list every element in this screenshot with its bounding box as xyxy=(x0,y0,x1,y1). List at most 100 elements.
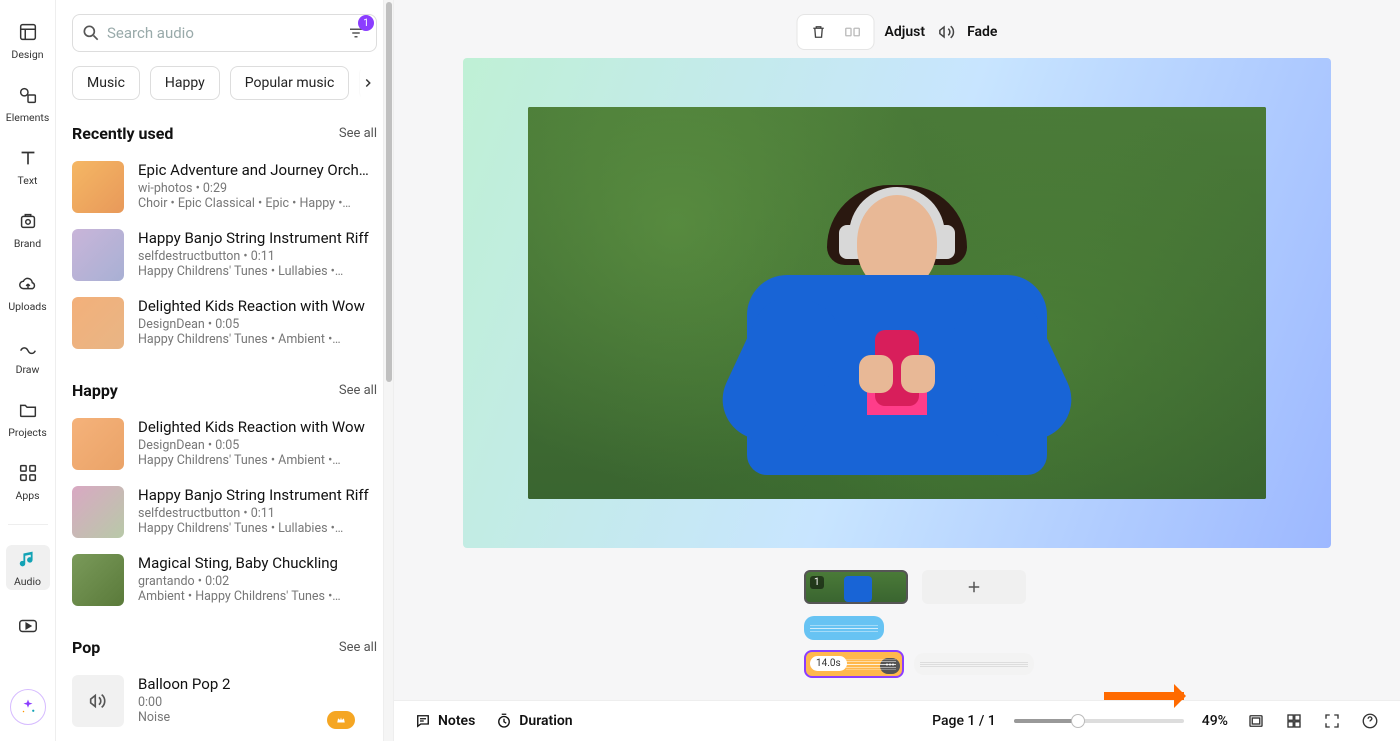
pencil-icon xyxy=(16,335,40,359)
panel-scrollbar[interactable] xyxy=(383,0,393,741)
section-head-happy: Happy See all xyxy=(72,381,377,400)
adjust-button[interactable]: Adjust xyxy=(885,24,926,40)
split-icon xyxy=(842,21,864,43)
section-title: Recently used xyxy=(72,124,173,143)
zoom-value: 49% xyxy=(1202,713,1228,729)
page-thumbnail[interactable]: 1 xyxy=(804,570,908,604)
rail-apps[interactable]: Apps xyxy=(0,459,55,504)
sound-thumb xyxy=(72,675,124,727)
search-wrap: 1 xyxy=(72,14,377,52)
fade-button[interactable]: Fade xyxy=(967,24,997,40)
toolbar-group xyxy=(797,14,875,50)
audio-tracks: 14.0s ••• xyxy=(804,616,1380,688)
see-all-recent[interactable]: See all xyxy=(339,126,377,141)
track-meta: DesignDean • 0:05 xyxy=(138,438,377,453)
track-item[interactable]: Magical Sting, Baby Chuckling grantando … xyxy=(72,546,377,614)
rail-design[interactable]: Design xyxy=(0,18,55,63)
section-head-recent: Recently used See all xyxy=(72,124,377,143)
audio-panel: 1 Music Happy Popular music Ins Recently… xyxy=(56,0,394,741)
grid-icon xyxy=(16,461,40,485)
audio-clip-ghost[interactable] xyxy=(914,653,1034,675)
track-title: Delighted Kids Reaction with Wow xyxy=(138,418,377,436)
side-rail: Design Elements Text Brand Uploads Draw … xyxy=(0,0,56,741)
track-thumb xyxy=(72,229,124,281)
rail-label: Brand xyxy=(14,237,41,250)
audio-clip-1[interactable] xyxy=(804,616,884,640)
chip-scroll-right[interactable] xyxy=(351,66,377,100)
track-thumb xyxy=(72,297,124,349)
section-title: Pop xyxy=(72,638,100,657)
rail-draw[interactable]: Draw xyxy=(0,333,55,378)
template-icon xyxy=(16,20,40,44)
timeline: 1 14.0s ••• xyxy=(394,560,1400,688)
audio-toolbar: Adjust Fade xyxy=(797,6,998,58)
chip-row: Music Happy Popular music Ins xyxy=(72,66,377,100)
chip-popular[interactable]: Popular music xyxy=(230,66,350,100)
track-title: Magical Sting, Baby Chuckling xyxy=(138,554,377,572)
fullscreen-icon[interactable] xyxy=(1322,711,1342,731)
bottom-bar: Notes Duration Page 1 / 1 49% xyxy=(394,700,1400,741)
rail-uploads[interactable]: Uploads xyxy=(0,270,55,315)
rail-projects[interactable]: Projects xyxy=(0,396,55,441)
track-item[interactable]: Balloon Pop 2 0:00 Noise xyxy=(72,667,377,735)
rail-label: Elements xyxy=(6,111,50,124)
track-info: Delighted Kids Reaction with Wow DesignD… xyxy=(138,418,377,470)
filter-button[interactable]: 1 xyxy=(344,21,368,45)
track-item[interactable]: Happy Banjo String Instrument Riff selfd… xyxy=(72,221,377,289)
add-page-button[interactable] xyxy=(922,570,1026,604)
magic-button[interactable] xyxy=(10,689,46,725)
track-item[interactable]: Epic Adventure and Journey Orch… wi-phot… xyxy=(72,153,377,221)
canvas-photo[interactable] xyxy=(528,107,1266,499)
chip-music[interactable]: Music xyxy=(72,66,140,100)
rail-label: Audio xyxy=(14,575,41,588)
page-indicator[interactable]: Page 1 / 1 xyxy=(932,713,996,729)
shapes-icon xyxy=(16,83,40,107)
duration-button[interactable]: Duration xyxy=(495,712,572,730)
track-item[interactable]: Happy Banjo String Instrument Riff selfd… xyxy=(72,478,377,546)
see-all-happy[interactable]: See all xyxy=(339,383,377,398)
track-meta: selfdestructbutton • 0:11 xyxy=(138,506,377,521)
rail-video[interactable] xyxy=(0,612,55,640)
track-thumb xyxy=(72,161,124,213)
track-title: Balloon Pop 2 xyxy=(138,675,377,693)
see-all-pop[interactable]: See all xyxy=(339,640,377,655)
rail-elements[interactable]: Elements xyxy=(0,81,55,126)
rail-brand[interactable]: Brand xyxy=(0,207,55,252)
text-icon xyxy=(16,146,40,170)
rail-label: Uploads xyxy=(8,300,46,313)
brand-icon xyxy=(16,209,40,233)
rail-label: Apps xyxy=(15,489,39,502)
track-info: Happy Banjo String Instrument Riff selfd… xyxy=(138,486,377,538)
rail-label: Projects xyxy=(8,426,47,439)
rail-label: Text xyxy=(18,174,38,187)
track-info: Epic Adventure and Journey Orch… wi-phot… xyxy=(138,161,377,213)
audio-clip-selected[interactable]: 14.0s ••• xyxy=(804,650,904,678)
main-area: Adjust Fade xyxy=(394,0,1400,741)
track-title: Epic Adventure and Journey Orch… xyxy=(138,161,377,179)
rail-audio[interactable]: Audio xyxy=(6,545,50,590)
annotation-arrow xyxy=(1104,692,1184,700)
trash-icon[interactable] xyxy=(808,21,830,43)
zoom-slider[interactable] xyxy=(1014,719,1184,723)
rail-label: Draw xyxy=(16,363,40,376)
notes-button[interactable]: Notes xyxy=(414,712,475,730)
chip-happy[interactable]: Happy xyxy=(150,66,220,100)
clip-menu-button[interactable]: ••• xyxy=(880,658,900,674)
grid-view-icon[interactable] xyxy=(1284,711,1304,731)
track-item[interactable]: Delighted Kids Reaction with Wow DesignD… xyxy=(72,410,377,478)
rail-text[interactable]: Text xyxy=(0,144,55,189)
track-item[interactable]: Delighted Kids Reaction with Wow DesignD… xyxy=(72,289,377,357)
canvas-background[interactable] xyxy=(463,58,1331,548)
track-title: Delighted Kids Reaction with Wow xyxy=(138,297,377,315)
track-tags: Choir • Epic Classical • Epic • Happy •… xyxy=(138,196,377,211)
help-icon[interactable] xyxy=(1360,711,1380,731)
track-meta: DesignDean • 0:05 xyxy=(138,317,377,332)
duration-label: Duration xyxy=(519,713,572,729)
track-tags: Happy Childrens' Tunes • Lullabies •… xyxy=(138,264,377,279)
view-mode-icon[interactable] xyxy=(1246,711,1266,731)
search-input[interactable] xyxy=(107,24,344,42)
clip-duration: 14.0s xyxy=(810,656,847,671)
audio-icon xyxy=(16,547,40,571)
volume-icon[interactable] xyxy=(935,21,957,43)
notes-label: Notes xyxy=(438,713,475,729)
